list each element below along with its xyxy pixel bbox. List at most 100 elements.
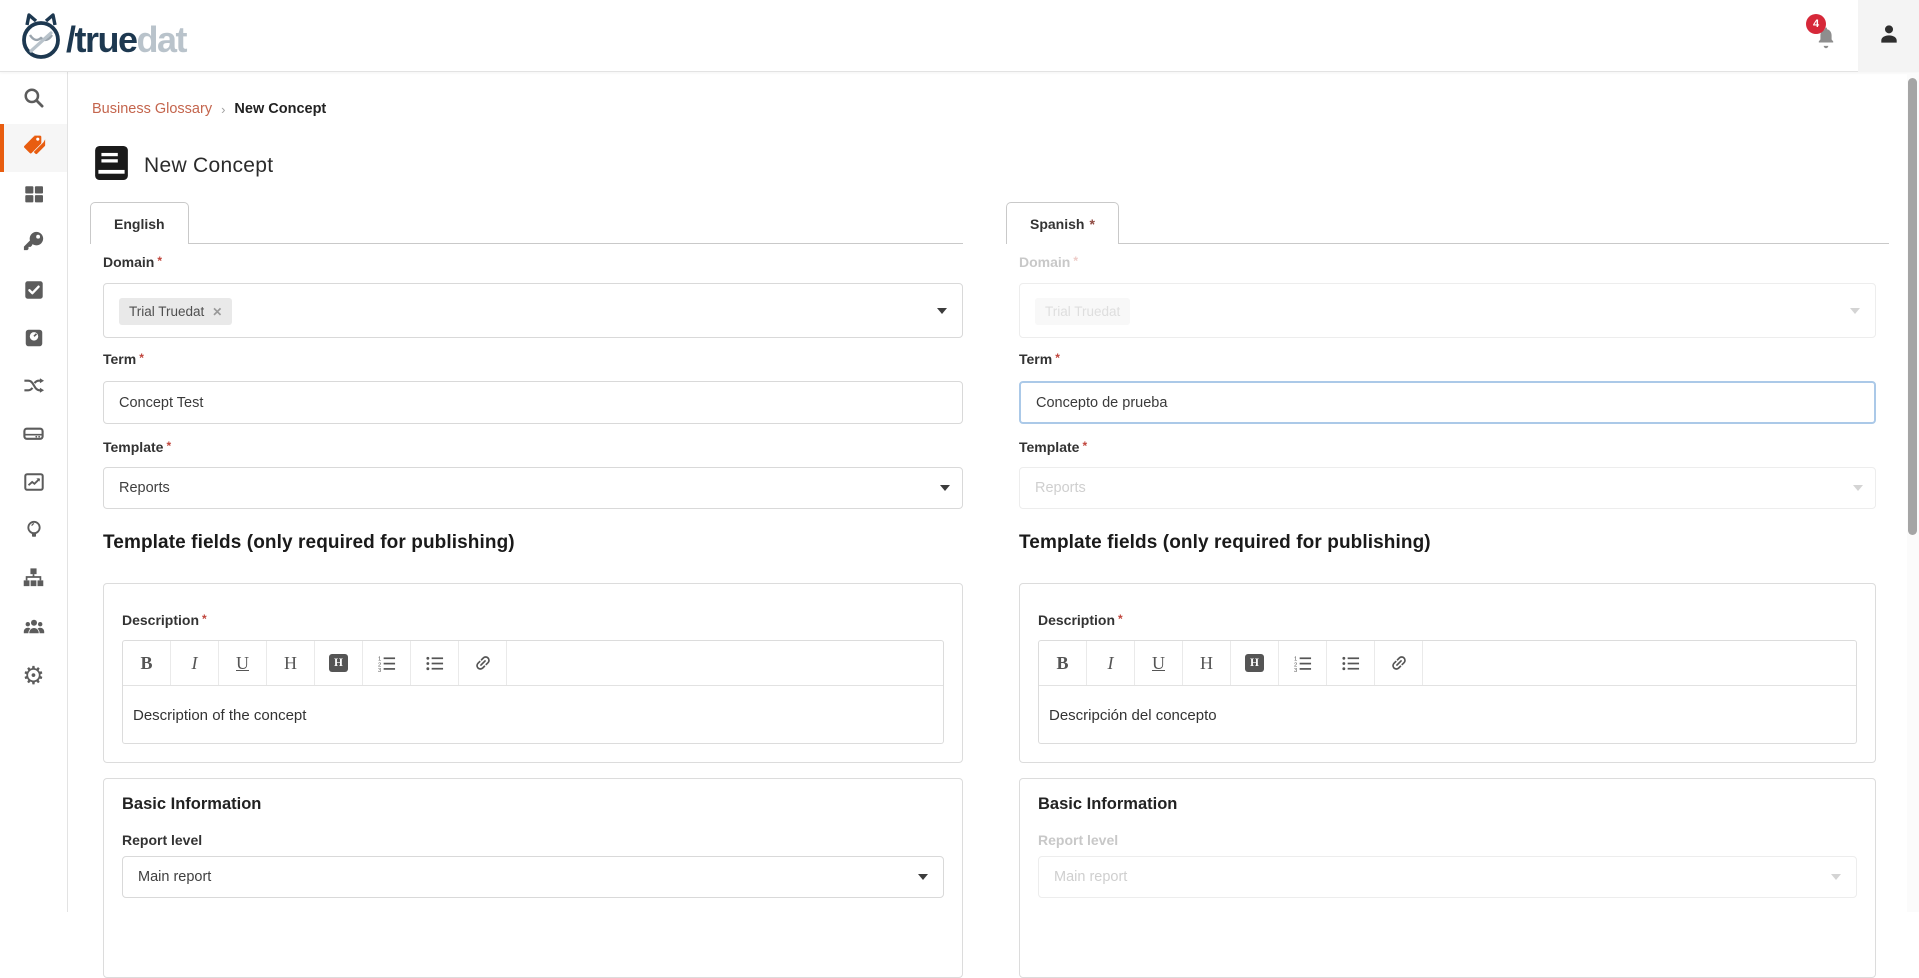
term-input[interactable] (103, 381, 963, 424)
underline-button[interactable]: U (1135, 641, 1183, 685)
rich-text-editor: B I U H H 1 2 3 (122, 640, 944, 744)
italic-button[interactable]: I (171, 641, 219, 685)
breadcrumb-business-glossary[interactable]: Business Glossary (92, 101, 212, 117)
term-input-spanish[interactable] (1019, 381, 1876, 424)
user-menu-button[interactable] (1858, 0, 1919, 72)
users-icon (22, 614, 46, 643)
page-title: New Concept (144, 154, 273, 178)
template-select-value: Reports (1035, 480, 1086, 496)
unordered-list-button[interactable] (1327, 641, 1375, 685)
logo-wordmark: /truedat (66, 18, 186, 62)
svg-text:3: 3 (378, 668, 382, 673)
heading-button[interactable]: H (1183, 641, 1231, 685)
link-button[interactable] (459, 641, 507, 685)
tab-english[interactable]: English (90, 202, 189, 244)
description-editor-content[interactable]: Descripción del concepto (1039, 686, 1856, 744)
unordered-list-button[interactable] (411, 641, 459, 685)
owl-icon (18, 13, 66, 66)
chip-remove-icon[interactable]: ✕ (212, 305, 222, 319)
heading-box-icon: H (329, 654, 348, 672)
description-editor-content[interactable]: Description of the concept (123, 686, 943, 744)
chevron-down-icon (1831, 874, 1841, 880)
template-label: Template* (1019, 439, 1087, 455)
search-icon (22, 86, 45, 114)
sidebar-item-insights[interactable] (0, 508, 67, 556)
sidebar-item-search[interactable] (0, 76, 67, 124)
template-fields-heading: Template fields (only required for publi… (1019, 532, 1431, 554)
breadcrumb: Business Glossary › New Concept (92, 101, 326, 117)
domain-multiselect[interactable]: Trial Truedat ✕ (103, 283, 963, 338)
required-marker: * (202, 612, 207, 626)
tab-spanish-label: Spanish (1030, 216, 1084, 232)
template-select[interactable]: Reports (103, 467, 963, 509)
line-chart-icon (23, 471, 45, 498)
term-label: Term* (1019, 351, 1060, 367)
basic-information-heading: Basic Information (1038, 795, 1177, 814)
basic-information-card: Basic Information Report level Main repo… (1019, 778, 1876, 978)
description-card: Description* B I U H H 1 2 3 (1019, 583, 1876, 763)
sidebar-item-settings[interactable]: ⚙ (0, 652, 67, 700)
page-scrollbar (1907, 73, 1919, 912)
sitemap-icon (22, 566, 45, 594)
bold-button[interactable]: B (123, 641, 171, 685)
notifications-button[interactable]: 4 (1804, 12, 1848, 60)
sidebar-item-dashboards[interactable] (0, 460, 67, 508)
chevron-down-icon (1850, 308, 1860, 314)
sidebar-item-catalog[interactable] (0, 172, 67, 220)
user-icon (1876, 21, 1902, 52)
sidebar-item-access[interactable] (0, 220, 67, 268)
domain-label-disabled: Domain* (1019, 254, 1078, 270)
column-english: English Domain* Trial Truedat ✕ Term* Te… (90, 0, 963, 912)
required-marker: * (1073, 254, 1078, 268)
ordered-list-icon: 1 2 3 (377, 654, 396, 673)
heading-block-button[interactable]: H (1231, 641, 1279, 685)
ordered-list-button[interactable]: 1 2 3 (1279, 641, 1327, 685)
ordered-list-button[interactable]: 1 2 3 (363, 641, 411, 685)
notification-badge: 4 (1806, 14, 1826, 34)
description-label: Description* (1038, 612, 1123, 628)
tab-underline (90, 243, 963, 244)
main-sidebar: ⚙ (0, 72, 68, 912)
tab-spanish[interactable]: Spanish * (1006, 202, 1119, 244)
sidebar-item-users[interactable] (0, 604, 67, 652)
required-marker: * (1118, 612, 1123, 626)
logo-slash: / (66, 19, 75, 60)
report-level-select[interactable]: Main report (122, 856, 944, 898)
sidebar-item-structures[interactable] (0, 412, 67, 460)
sidebar-item-quality[interactable] (0, 316, 67, 364)
underline-button[interactable]: U (219, 641, 267, 685)
chevron-down-icon (1853, 485, 1863, 491)
domain-chip-label: Trial Truedat (1045, 304, 1120, 319)
lightbulb-icon (23, 519, 45, 546)
breadcrumb-current: New Concept (234, 101, 326, 117)
sidebar-item-lineage[interactable] (0, 364, 67, 412)
heading-button[interactable]: H (267, 641, 315, 685)
bold-button[interactable]: B (1039, 641, 1087, 685)
description-label: Description* (122, 612, 207, 628)
sidebar-item-taxonomy[interactable] (0, 556, 67, 604)
truedat-logo[interactable]: /truedat (18, 13, 186, 66)
sidebar-item-rules[interactable] (0, 268, 67, 316)
new-concept-page: /truedat 4 (0, 0, 1919, 912)
heading-box-icon: H (1245, 654, 1264, 672)
description-card: Description* B I U H H 1 2 3 (103, 583, 963, 763)
domain-chip: Trial Truedat ✕ (119, 298, 232, 325)
scrollbar-thumb[interactable] (1908, 78, 1917, 535)
rich-text-editor: B I U H H 1 2 3 (1038, 640, 1857, 744)
heading-block-button[interactable]: H (315, 641, 363, 685)
key-icon (22, 230, 45, 258)
chevron-down-icon (940, 485, 950, 491)
italic-button[interactable]: I (1087, 641, 1135, 685)
grid-icon (23, 183, 45, 210)
unordered-list-icon (425, 654, 444, 673)
tags-icon (21, 133, 46, 163)
sidebar-item-glossary[interactable] (0, 124, 67, 172)
gauge-icon (23, 327, 45, 354)
title-row: New Concept (95, 146, 273, 185)
required-marker: * (157, 254, 162, 268)
chevron-down-icon (937, 308, 947, 314)
term-label: Term* (103, 351, 144, 367)
breadcrumb-separator: › (221, 102, 225, 117)
link-button[interactable] (1375, 641, 1423, 685)
tab-underline (1006, 243, 1889, 244)
